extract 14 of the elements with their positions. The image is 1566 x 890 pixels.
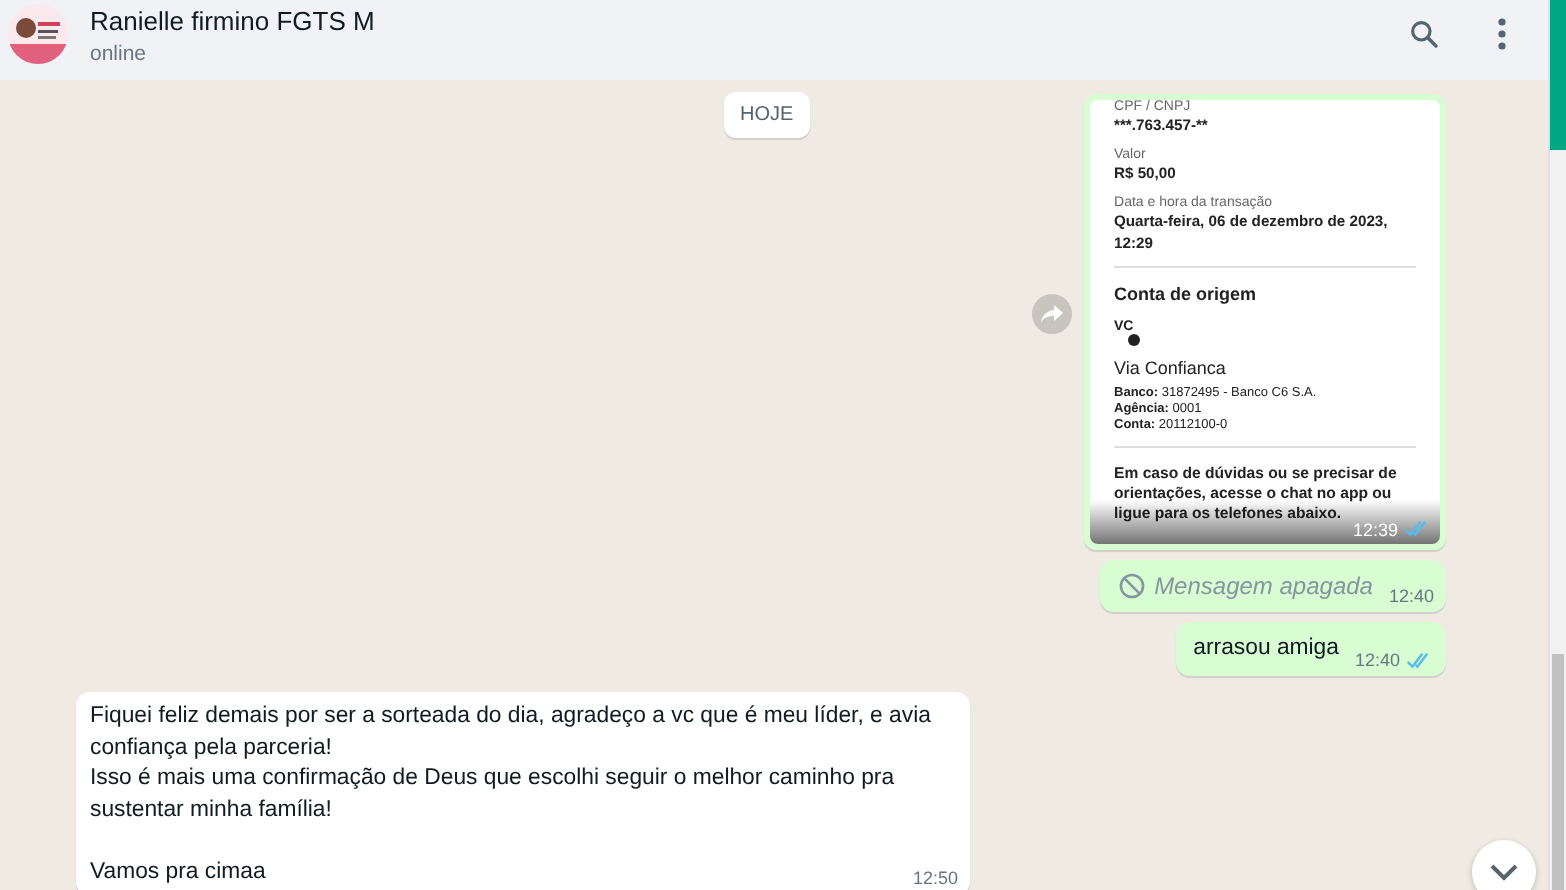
account-name: Via Confianca — [1114, 357, 1228, 377]
message-time: 12:40 — [1354, 650, 1401, 670]
contact-name[interactable]: Ranielle firmino FGTS M — [90, 6, 375, 36]
message-time: 12:50 — [912, 868, 958, 888]
message-text: arrasou amiga — [1193, 633, 1339, 663]
receipt-heading: Conta de origem — [1114, 283, 1259, 303]
contact-status: online — [90, 42, 149, 66]
message-text: Mensagem apagada — [1154, 571, 1373, 599]
message-text: Isso é mais uma confirmação de Deus que escolhi seguir o melhor caminho pra sustentar minha família! — [90, 764, 897, 825]
message-text: Vamos pra cimaa — [90, 857, 266, 887]
date-chip: HOJE — [724, 92, 810, 138]
message-text: Fiquei feliz demais por ser a sorteada do dia, agradeço a vc que é meu líder, e avia confiança pela parceria! — [90, 702, 933, 763]
message-time: 12:39 — [1352, 519, 1399, 539]
message-time: 12:40 — [1388, 585, 1435, 605]
